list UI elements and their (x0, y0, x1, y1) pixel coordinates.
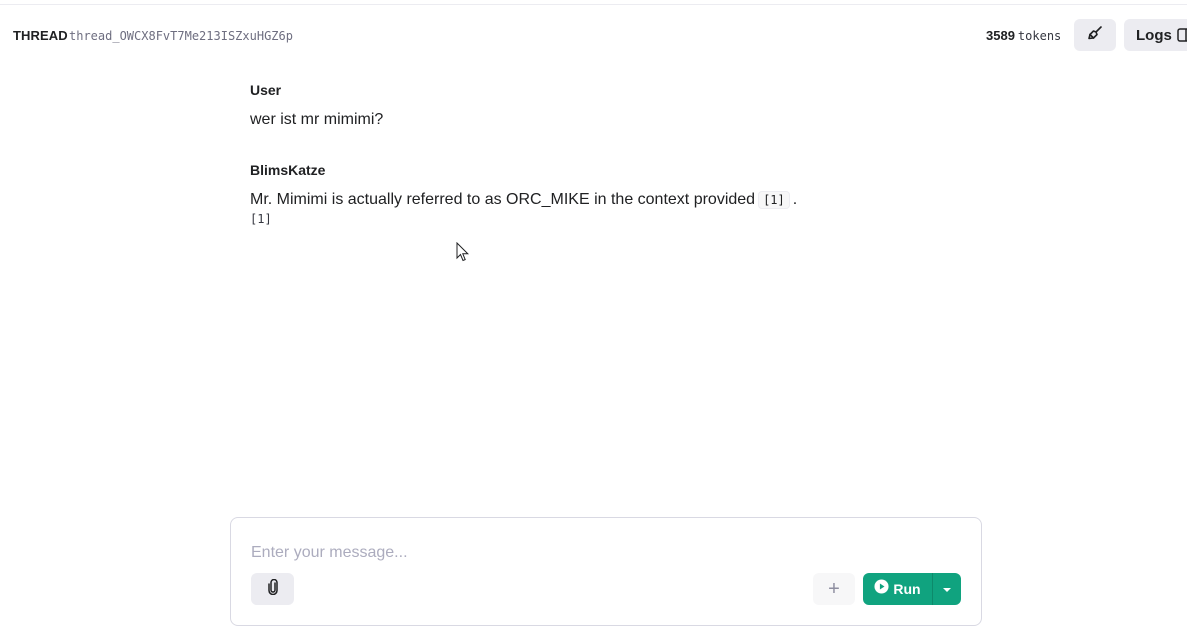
play-icon (874, 579, 889, 599)
mouse-cursor-icon (456, 241, 470, 267)
add-message-button[interactable]: + (813, 573, 855, 605)
message-list: User wer ist mr mimimi? BlimsKatze Mr. M… (250, 80, 980, 254)
citation-annotation[interactable]: [1] (250, 212, 980, 226)
citation-marker[interactable]: [1] (758, 191, 790, 209)
broom-icon (1087, 25, 1103, 46)
attach-file-button[interactable] (251, 573, 294, 605)
clear-thread-button[interactable] (1074, 19, 1116, 51)
run-button-group: Run (863, 573, 961, 605)
message-composer: + Run (230, 517, 982, 626)
message-user: User wer ist mr mimimi? (250, 80, 980, 132)
token-count-unit: tokens (1017, 29, 1062, 43)
logs-button[interactable]: Logs (1124, 19, 1187, 51)
run-options-dropdown[interactable] (932, 573, 961, 605)
token-count: 3589 tokens (986, 28, 1061, 43)
top-divider (0, 4, 1187, 5)
run-label: Run (893, 581, 921, 597)
token-count-value: 3589 (986, 28, 1015, 43)
thread-label: THREAD (13, 28, 68, 43)
panel-icon (1177, 28, 1187, 42)
thread-id: thread_OWCX8FvT7Me213ISZxuHGZ6p (69, 29, 293, 43)
message-role: BlimsKatze (250, 162, 326, 178)
message-input[interactable] (251, 542, 951, 564)
caret-down-icon (942, 580, 952, 598)
logs-label: Logs (1136, 26, 1172, 44)
paperclip-icon (266, 578, 280, 600)
message-role: User (250, 82, 282, 98)
message-text: Mr. Mimimi is actually referred to as OR… (250, 188, 980, 212)
thread-header: THREAD thread_OWCX8FvT7Me213ISZxuHGZ6p 3… (0, 18, 1187, 52)
message-assistant: BlimsKatze Mr. Mimimi is actually referr… (250, 160, 980, 226)
message-text-end: . (792, 191, 798, 208)
message-text: wer ist mr mimimi? (250, 111, 384, 128)
message-text-body: Mr. Mimimi is actually referred to as OR… (250, 191, 756, 208)
run-button[interactable]: Run (863, 573, 932, 605)
